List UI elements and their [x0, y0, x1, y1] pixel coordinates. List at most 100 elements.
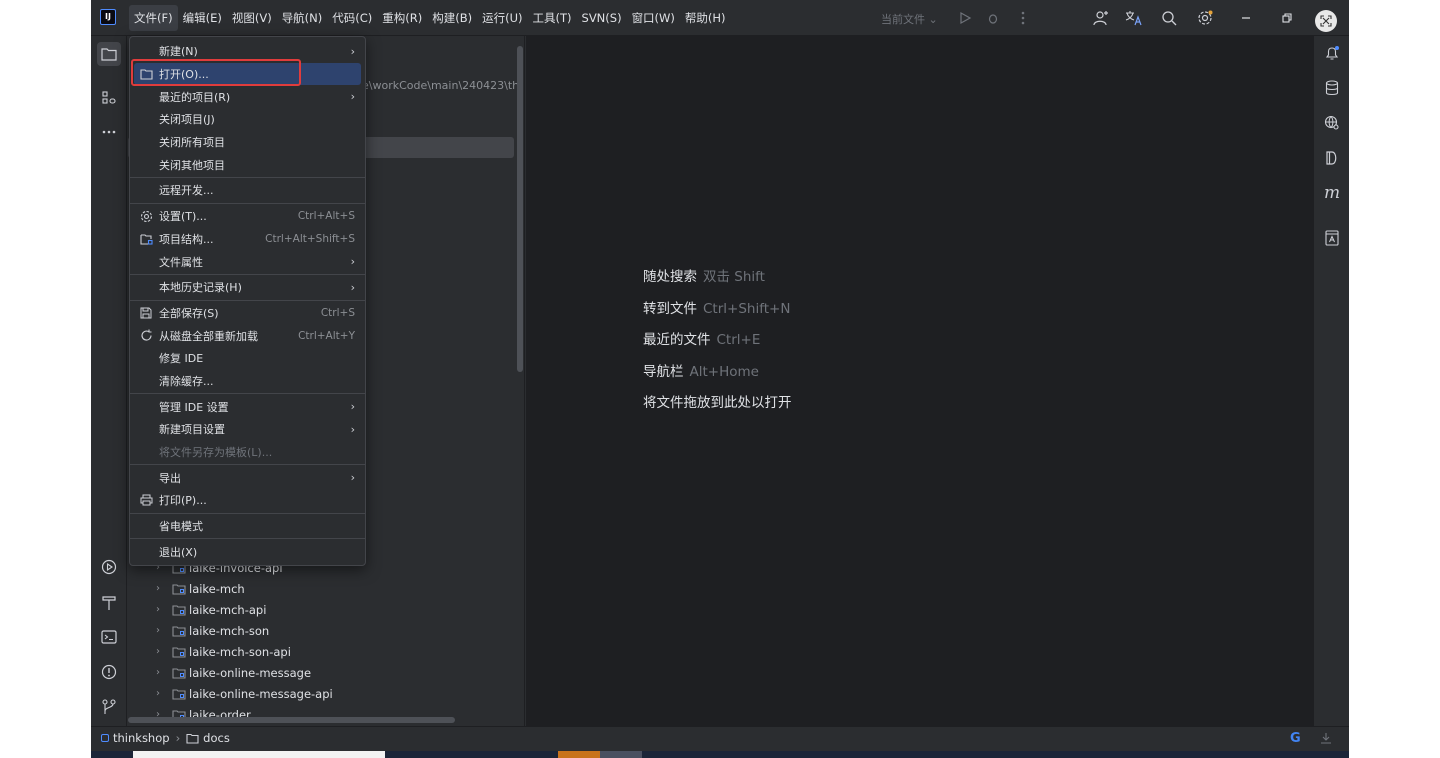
build-tool-icon[interactable]	[97, 591, 121, 615]
breadcrumb-folder[interactable]: docs	[203, 731, 230, 745]
menu-11[interactable]: 帮助(H)	[680, 0, 731, 36]
screenshot-tool-icon[interactable]	[1315, 10, 1337, 32]
chevron-right-icon[interactable]: ›	[156, 583, 172, 594]
chevron-right-icon[interactable]: ›	[156, 667, 172, 678]
tree-item[interactable]: › laike-online-message-api	[156, 683, 333, 704]
menu-8[interactable]: 工具(T)	[528, 0, 577, 36]
menu-separator	[130, 202, 365, 204]
menu-7[interactable]: 运行(U)	[477, 0, 527, 36]
file-menu-item-3[interactable]: 关闭项目(J)	[130, 108, 365, 131]
tree-item[interactable]: › laike-mch	[156, 578, 245, 599]
menu-4[interactable]: 代码(C)	[327, 0, 377, 36]
app-logo-icon[interactable]: IJ	[100, 9, 116, 25]
add-user-icon[interactable]	[1091, 8, 1111, 28]
menu-separator	[130, 177, 365, 179]
module-folder-icon	[172, 646, 186, 658]
file-menu-item-12[interactable]: 从磁盘全部重新加载 Ctrl+Alt+Y	[130, 324, 365, 347]
hint-action[interactable]: 随处搜索	[643, 269, 697, 285]
chevron-right-icon[interactable]: ›	[156, 604, 172, 615]
notifications-icon[interactable]	[1320, 41, 1344, 65]
google-icon[interactable]: G	[1290, 731, 1301, 746]
hint-action[interactable]: 最近的文件	[643, 332, 711, 348]
debug-icon[interactable]	[983, 8, 1003, 28]
file-menu-item-21[interactable]: 退出(X)	[130, 540, 365, 563]
terminal-tool-icon[interactable]	[97, 625, 121, 649]
breadcrumb-project[interactable]: thinkshop	[113, 731, 170, 745]
reload-icon	[140, 329, 153, 342]
ai-assistant-icon[interactable]	[1320, 226, 1344, 250]
file-menu-item-7[interactable]: 设置(T)... Ctrl+Alt+S	[130, 205, 365, 228]
empty-editor-hints: 随处搜索 双击 Shift 转到文件 Ctrl+Shift+N 最近的文件 Ctrl+E 导…	[643, 265, 798, 423]
problems-tool-icon[interactable]	[97, 660, 121, 684]
menu-9[interactable]: SVN(S)	[577, 0, 627, 36]
chevron-right-icon[interactable]: ›	[156, 625, 172, 636]
file-menu-item-11[interactable]: 全部保存(S) Ctrl+S	[130, 302, 365, 325]
file-menu-item-label: 关闭项目(J)	[159, 113, 215, 127]
shortcut-label: Ctrl+Alt+Shift+S	[265, 232, 355, 245]
minimize-icon[interactable]	[1236, 8, 1256, 28]
d-plugin-icon[interactable]	[1320, 146, 1344, 170]
maven-icon[interactable]: m	[1320, 181, 1344, 205]
module-folder-icon	[172, 688, 186, 700]
services-tool-icon[interactable]	[97, 555, 121, 579]
tree-horizontal-scrollbar[interactable]	[128, 717, 455, 723]
download-icon[interactable]	[1320, 732, 1332, 747]
tree-vertical-scrollbar[interactable]	[517, 46, 523, 372]
menu-6[interactable]: 构建(B)	[427, 0, 477, 36]
chevron-right-icon[interactable]: ›	[156, 646, 172, 657]
tree-item[interactable]: › laike-online-message	[156, 662, 311, 683]
file-menu-item-16[interactable]: 新建项目设置 ›	[130, 418, 365, 441]
file-menu-item-label: 省电模式	[159, 520, 203, 534]
file-menu-item-10[interactable]: 本地历史记录(H) ›	[130, 276, 365, 299]
tree-item-label: laike-mch-api	[189, 602, 267, 617]
file-menu-item-14[interactable]: 清除缓存...	[130, 370, 365, 393]
restore-icon[interactable]	[1277, 8, 1297, 28]
menu-0[interactable]: 文件(F)	[129, 5, 178, 31]
file-menu-item-4[interactable]: 关闭所有项目	[130, 131, 365, 154]
database-icon[interactable]	[1320, 76, 1344, 100]
project-tool-icon[interactable]	[97, 42, 121, 66]
menu-1[interactable]: 编辑(E)	[178, 0, 227, 36]
menu-10[interactable]: 窗口(W)	[627, 0, 680, 36]
tree-item[interactable]: › laike-mch-son-api	[156, 641, 291, 662]
file-menu-item-2[interactable]: 最近的项目(R) ›	[130, 85, 365, 108]
run-configuration-selector[interactable]: 当前文件 ⌄	[881, 11, 938, 27]
file-menu-item-20[interactable]: 省电模式	[130, 515, 365, 538]
hint-action[interactable]: 将文件拖放到此处以打开	[643, 395, 792, 411]
more-tools-icon[interactable]	[97, 120, 121, 144]
tree-item[interactable]: › laike-mch-api	[156, 599, 266, 620]
git-tool-icon[interactable]	[97, 695, 121, 719]
chevron-right-icon[interactable]: ›	[156, 688, 172, 699]
run-icon[interactable]	[955, 8, 975, 28]
main-menu-bar: 文件(F) 编辑(E) 视图(V) 导航(N) 代码(C) 重构(R) 构建(B) 运行(U)…	[129, 0, 731, 36]
search-icon[interactable]	[1159, 8, 1179, 28]
menu-2[interactable]: 视图(V)	[227, 0, 277, 36]
file-menu-item-label: 修复 IDE	[159, 352, 204, 366]
tree-item[interactable]: › laike-mch-son	[156, 620, 269, 641]
structure-tool-icon[interactable]	[97, 86, 121, 110]
settings-icon[interactable]	[1195, 8, 1215, 28]
tree-item-label: laike-mch	[189, 581, 245, 596]
menu-5[interactable]: 重构(R)	[377, 0, 427, 36]
web-search-icon[interactable]	[1320, 111, 1344, 135]
submenu-arrow-icon: ›	[350, 44, 355, 58]
file-menu-item-5[interactable]: 关闭其他项目	[130, 153, 365, 176]
menu-3[interactable]: 导航(N)	[277, 0, 328, 36]
translate-icon[interactable]	[1124, 8, 1144, 28]
file-menu-item-18[interactable]: 导出 ›	[130, 466, 365, 489]
more-actions-icon[interactable]	[1013, 8, 1033, 28]
file-menu-item-6[interactable]: 远程开发...	[130, 179, 365, 202]
menu-separator	[130, 464, 365, 466]
file-menu-item-13[interactable]: 修复 IDE	[130, 347, 365, 370]
hint-action[interactable]: 转到文件	[643, 301, 697, 317]
file-menu-item-9[interactable]: 文件属性 ›	[130, 250, 365, 273]
file-menu-item-15[interactable]: 管理 IDE 设置 ›	[130, 395, 365, 418]
file-menu-item-8[interactable]: 项目结构... Ctrl+Alt+Shift+S	[130, 228, 365, 251]
shortcut-label: Ctrl+Alt+S	[297, 210, 355, 223]
hint-action[interactable]: 导航栏	[643, 364, 684, 380]
hint-shortcut: Ctrl+Shift+N	[703, 300, 791, 317]
tree-item-label: laike-online-message	[189, 665, 312, 680]
file-menu-item-19[interactable]: 打印(P)...	[130, 489, 365, 512]
taskbar-item-grey	[600, 751, 642, 758]
shortcut-label: Ctrl+S	[320, 306, 355, 319]
